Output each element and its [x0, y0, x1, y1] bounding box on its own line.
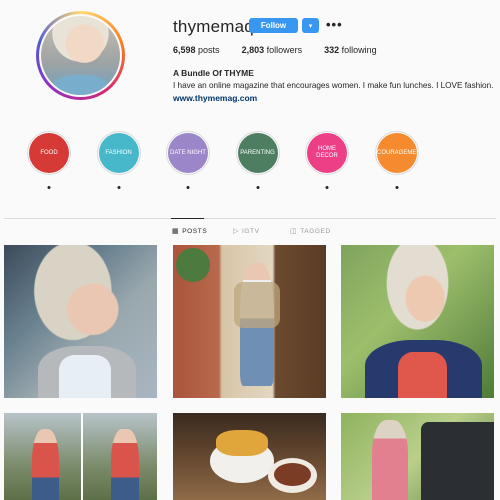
active-tab-indicator	[171, 218, 204, 219]
tab-igtv-label: IGTV	[241, 227, 260, 235]
highlight-title-dot	[47, 186, 51, 189]
posts-count: 6,598	[173, 45, 196, 55]
highlight-title-dot	[325, 186, 329, 189]
highlight-cover: DATE NIGHT	[168, 133, 208, 173]
highlight-title-dot	[117, 186, 120, 189]
post-thumbnail[interactable]	[4, 413, 157, 500]
highlight-date-night[interactable]: DATE NIGHT	[166, 131, 210, 189]
highlight-cover: PARENTING	[237, 133, 278, 173]
highlight-home-decor[interactable]: HOME DECOR	[305, 131, 349, 189]
following-stat[interactable]: 332 following	[324, 45, 377, 55]
tab-posts-label: POSTS	[182, 227, 208, 235]
avatar-shirt	[52, 75, 109, 95]
posts-label: posts	[198, 45, 220, 55]
tab-tagged-label: TAGGED	[300, 227, 331, 235]
profile-tabs: ▦ POSTS ▷ IGTV ◫ TAGGED	[0, 227, 500, 239]
post-thumbnail[interactable]	[173, 245, 326, 398]
photo-meat	[273, 463, 311, 487]
highlight-cover: FASHION	[98, 133, 139, 173]
grid-icon: ▦	[172, 228, 180, 235]
highlight-encouragement[interactable]: ENCOURAGEMENT	[369, 131, 424, 189]
photo-plant	[176, 248, 210, 282]
tab-posts[interactable]: ▦ POSTS	[172, 227, 208, 236]
photo-person	[31, 428, 60, 500]
story-highlights: FOOD FASHION DATE NIGHT PARENTING HOME D…	[27, 131, 444, 189]
posts-stat: 6,598 posts	[173, 45, 220, 55]
profile-stats: 6,598 posts 2,803 followers 332 followin…	[173, 45, 399, 55]
photo-person	[371, 419, 409, 500]
more-options-icon[interactable]: •••	[326, 18, 343, 31]
followers-count: 2,803	[241, 45, 265, 55]
igtv-icon: ▷	[233, 228, 239, 235]
photo-car	[420, 421, 494, 500]
post-thumbnail[interactable]	[173, 413, 326, 500]
photo-person	[111, 428, 139, 500]
following-label: following	[341, 45, 377, 55]
profile-bio: I have an online magazine that encourage…	[173, 81, 494, 90]
highlight-cover: HOME DECOR	[307, 133, 347, 173]
post-thumbnail[interactable]	[341, 413, 494, 500]
photo-split-line	[80, 413, 83, 500]
highlight-food[interactable]: FOOD	[27, 131, 71, 189]
highlight-cover: FOOD	[29, 133, 69, 173]
profile-website-link[interactable]: www.thymemag.com	[173, 93, 257, 103]
profile-avatar[interactable]	[36, 11, 125, 100]
profile-username: thymemaq	[173, 17, 254, 36]
highlight-title-dot	[186, 186, 190, 189]
highlight-parenting[interactable]: PARENTING	[235, 131, 280, 189]
highlight-title-dot	[256, 186, 259, 189]
photo-chips	[215, 430, 268, 457]
followers-stat[interactable]: 2,803 followers	[242, 45, 303, 55]
follow-button[interactable]: Follow	[249, 18, 298, 33]
photo-tee	[59, 355, 112, 398]
avatar-border	[39, 14, 122, 97]
followers-label: followers	[266, 45, 303, 55]
tab-igtv[interactable]: ▷ IGTV	[233, 227, 260, 236]
tabs-divider	[4, 218, 496, 219]
tagged-icon: ◫	[290, 228, 298, 235]
post-thumbnail[interactable]	[4, 245, 157, 398]
suggestions-dropdown-button[interactable]: ▾	[302, 18, 319, 33]
avatar-photo	[41, 16, 120, 95]
profile-full-name: A Bundle Of THYME	[173, 68, 254, 78]
following-count: 332	[324, 45, 340, 55]
post-thumbnail[interactable]	[341, 245, 494, 398]
highlight-title-dot	[395, 186, 398, 189]
photo-cardigan	[234, 281, 281, 328]
chevron-down-icon: ▾	[308, 22, 313, 30]
highlight-fashion[interactable]: FASHION	[96, 131, 141, 189]
photo-tee	[397, 352, 447, 398]
tab-tagged[interactable]: ◫ TAGGED	[290, 227, 331, 236]
highlight-cover: ENCOURAGEMENT	[369, 133, 424, 173]
